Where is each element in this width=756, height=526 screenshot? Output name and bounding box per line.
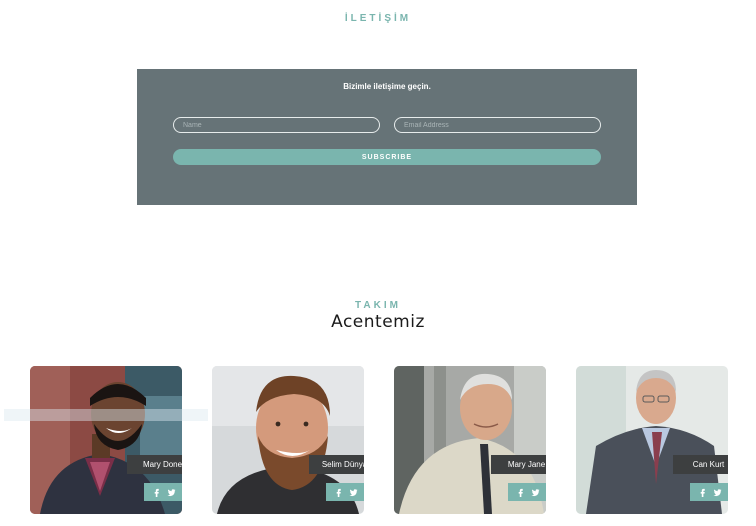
team-card-mary-done: Mary Done G+ bbox=[30, 366, 182, 514]
team-card-can-kurt: Can Kurt G+ bbox=[576, 366, 728, 514]
subscribe-button[interactable]: SUBSCRIBE bbox=[173, 149, 601, 165]
team-title: Acentemiz bbox=[331, 312, 425, 332]
social-links: G+ bbox=[144, 483, 182, 501]
facebook-icon[interactable] bbox=[516, 488, 525, 497]
member-name: Selim Dünya bbox=[309, 455, 364, 474]
team-card-selim-dunya: Selim Dünya G+ bbox=[212, 366, 364, 514]
svg-text:G+: G+ bbox=[728, 491, 729, 497]
twitter-icon[interactable] bbox=[166, 488, 176, 497]
contact-form: Bizimle iletişime geçin. SUBSCRIBE bbox=[137, 69, 637, 205]
google-plus-icon[interactable]: G+ bbox=[728, 488, 729, 497]
google-plus-icon[interactable]: G+ bbox=[364, 488, 365, 497]
facebook-icon[interactable] bbox=[698, 488, 707, 497]
facebook-icon[interactable] bbox=[152, 488, 161, 497]
twitter-icon[interactable] bbox=[530, 488, 540, 497]
email-input[interactable] bbox=[394, 117, 601, 133]
facebook-icon[interactable] bbox=[334, 488, 343, 497]
google-plus-icon[interactable]: G+ bbox=[546, 488, 547, 497]
overlay-strip bbox=[4, 409, 208, 421]
contact-heading: Bizimle iletişime geçin. bbox=[343, 82, 431, 91]
social-links: G+ bbox=[690, 483, 728, 501]
name-input[interactable] bbox=[173, 117, 380, 133]
member-name: Mary Done bbox=[127, 455, 182, 474]
social-links: G+ bbox=[508, 483, 546, 501]
team-card-mary-jane: Mary Jane G+ bbox=[394, 366, 546, 514]
google-plus-icon[interactable]: G+ bbox=[182, 488, 183, 497]
svg-text:G+: G+ bbox=[182, 491, 183, 497]
member-name: Mary Jane bbox=[491, 455, 546, 474]
team-section-label: TAKIM bbox=[355, 300, 401, 311]
twitter-icon[interactable] bbox=[712, 488, 722, 497]
svg-text:G+: G+ bbox=[546, 491, 547, 497]
member-name: Can Kurt bbox=[673, 455, 728, 474]
twitter-icon[interactable] bbox=[348, 488, 358, 497]
svg-text:G+: G+ bbox=[364, 491, 365, 497]
social-links: G+ bbox=[326, 483, 364, 501]
contact-section-label: İLETİŞİM bbox=[344, 13, 412, 24]
